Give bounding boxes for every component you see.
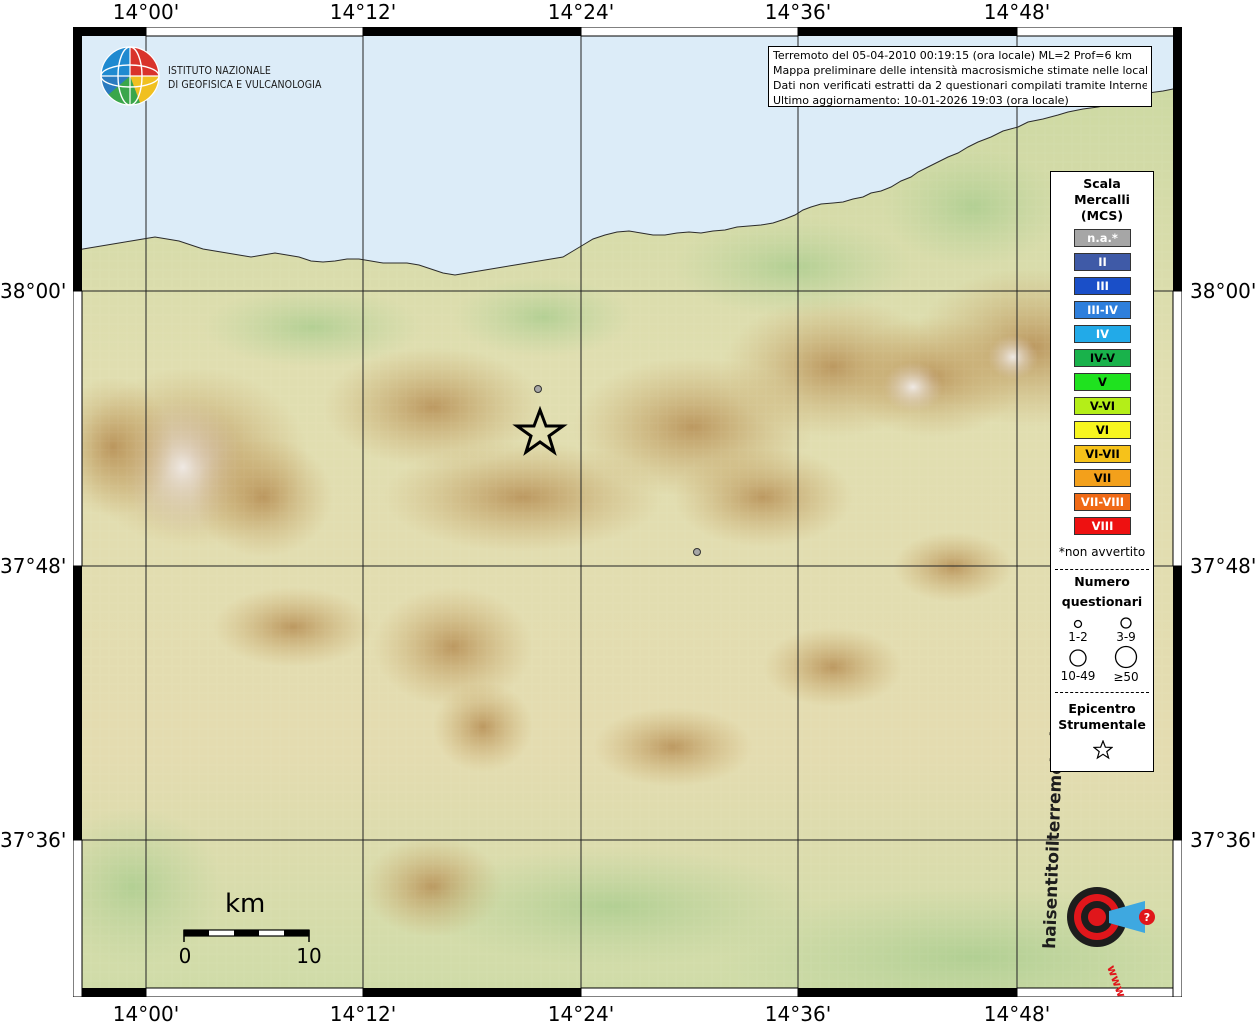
lon-label-bottom-1: 14°00' [112, 1002, 180, 1026]
ingv-logo-text: ISTITUTO NAZIONALE DI GEOFISICA E VULCAN… [168, 64, 322, 92]
legend-count-label-2: 3-9 [1116, 630, 1136, 644]
legend-title-2: Mercalli [1074, 192, 1130, 207]
lon-label-top-4: 14°36' [764, 0, 832, 24]
legend-epicenter-title-2: Strumentale [1058, 717, 1146, 732]
legend-swatch-1: n.a.* [1074, 229, 1131, 247]
lat-label-right-3: 37°36' [1190, 828, 1255, 852]
lat-label-left-3: 37°36' [0, 828, 67, 852]
legend-swatch-8: V-VI [1074, 397, 1131, 415]
legend-swatch-12: VII-VIII [1074, 493, 1131, 511]
questionnaire-point-1 [534, 385, 542, 393]
event-info-line-2: Mappa preliminare delle intensità macros… [773, 64, 1147, 77]
legend-count-label-4: ≥50 [1113, 670, 1139, 684]
scale-unit-label: km [225, 889, 266, 919]
svg-text:?: ? [1144, 911, 1150, 924]
legend-panel: Scala Mercalli (MCS) n.a.* II III III-IV IV I… [1050, 171, 1154, 772]
legend-swatch-3: III [1074, 277, 1131, 295]
questionnaire-point-2 [693, 548, 701, 556]
lon-label-bottom-4: 14°36' [764, 1002, 832, 1026]
ingv-logo-icon [100, 46, 160, 106]
lat-label-left-2: 37°48' [0, 554, 67, 578]
relief-map: ? haisentitoilterremoto.it www. [73, 27, 1182, 997]
lon-label-bottom-3: 14°24' [547, 1002, 615, 1026]
lon-label-bottom-2: 14°12' [329, 1002, 397, 1026]
scale-min-label: 0 [178, 944, 192, 968]
lon-label-top-2: 14°12' [329, 0, 397, 24]
legend-swatch-4: III-IV [1074, 301, 1131, 319]
scale-max-label: 10 [296, 944, 322, 968]
legend-count-label-3: 10-49 [1060, 669, 1096, 683]
ingv-name-line-1: ISTITUTO NAZIONALE [168, 65, 271, 77]
legend-separator-2 [1055, 692, 1149, 693]
lat-label-right-1: 38°00' [1190, 279, 1255, 303]
legend-swatch-2: II [1074, 253, 1131, 271]
legend-swatch-13: VIII [1074, 517, 1131, 535]
lat-label-right-2: 37°48' [1190, 554, 1255, 578]
ingv-name-line-2: DI GEOFISICA E VULCANOLOGIA [168, 79, 322, 91]
legend-star-icon [1093, 740, 1113, 760]
legend-swatch-10: VI-VII [1074, 445, 1131, 463]
legend-count-title-2: questionari [1061, 594, 1143, 609]
legend-title-3: (MCS) [1080, 208, 1124, 223]
lon-label-top-5: 14°48' [983, 0, 1051, 24]
legend-title-1: Scala [1083, 176, 1121, 191]
legend-swatch-9: VI [1074, 421, 1131, 439]
lon-label-top-3: 14°24' [547, 0, 615, 24]
event-info-line-3: Dati non verificati estratti da 2 questi… [773, 79, 1147, 92]
legend-swatch-6: IV-V [1074, 349, 1131, 367]
legend-swatch-7: V [1074, 373, 1131, 391]
legend-epicenter-title-1: Epicentro [1068, 701, 1136, 716]
legend-count-title-1: Numero [1074, 574, 1130, 589]
legend-swatch-11: VII [1074, 469, 1131, 487]
legend-separator-1 [1055, 569, 1149, 570]
lon-label-top-1: 14°00' [112, 0, 180, 24]
legend-swatch-5: IV [1074, 325, 1131, 343]
event-info-line-1: Terremoto del 05-04-2010 00:19:15 (ora l… [773, 49, 1133, 62]
lon-label-bottom-5: 14°48' [983, 1002, 1051, 1026]
event-info-box: Terremoto del 05-04-2010 00:19:15 (ora l… [768, 46, 1152, 107]
legend-count-label-1: 1-2 [1068, 630, 1088, 644]
event-info-line-4: Ultimo aggiornamento: 10-01-2026 19:03 (… [773, 94, 1069, 107]
lat-label-left-1: 38°00' [0, 279, 67, 303]
legend-not-felt-note: *non avvertito [1058, 545, 1146, 559]
